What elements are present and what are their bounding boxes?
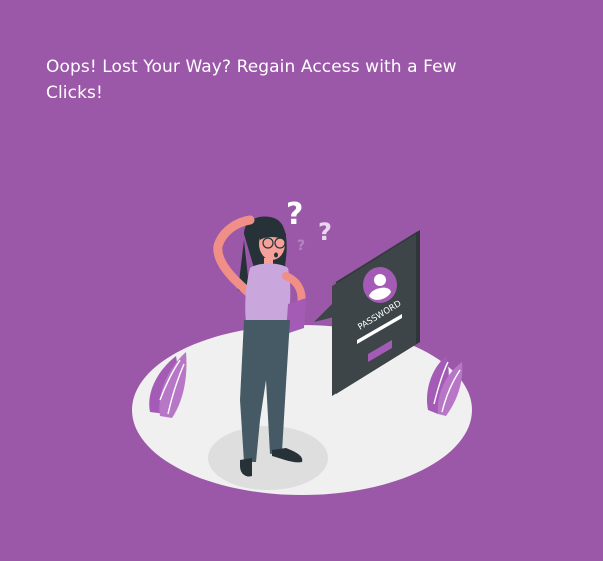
user-avatar-icon xyxy=(363,267,397,303)
question-mark-large: ? xyxy=(286,197,303,232)
question-marks: ? ? ? xyxy=(286,197,332,254)
figure-shadow xyxy=(208,426,328,490)
question-mark-faded: ? xyxy=(297,238,305,254)
lost-password-illustration: PASSWORD ? ? ? xyxy=(132,197,472,495)
question-mark-small: ? xyxy=(318,218,332,246)
forgot-password-panel: Oops! Lost Your Way? Regain Access with … xyxy=(0,0,603,561)
